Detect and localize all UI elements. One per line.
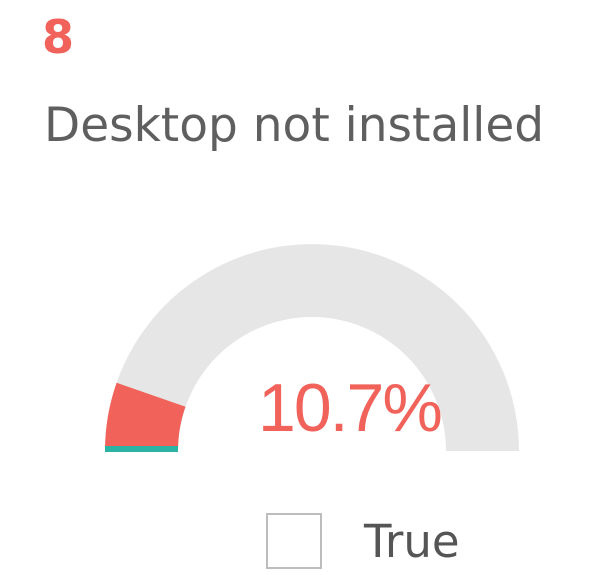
gauge-chart (105, 244, 519, 452)
legend-label-true: True (364, 514, 460, 568)
legend: True (266, 511, 460, 571)
gauge-percentage: 10.7% (258, 370, 443, 446)
legend-checkbox-true[interactable] (266, 513, 322, 569)
